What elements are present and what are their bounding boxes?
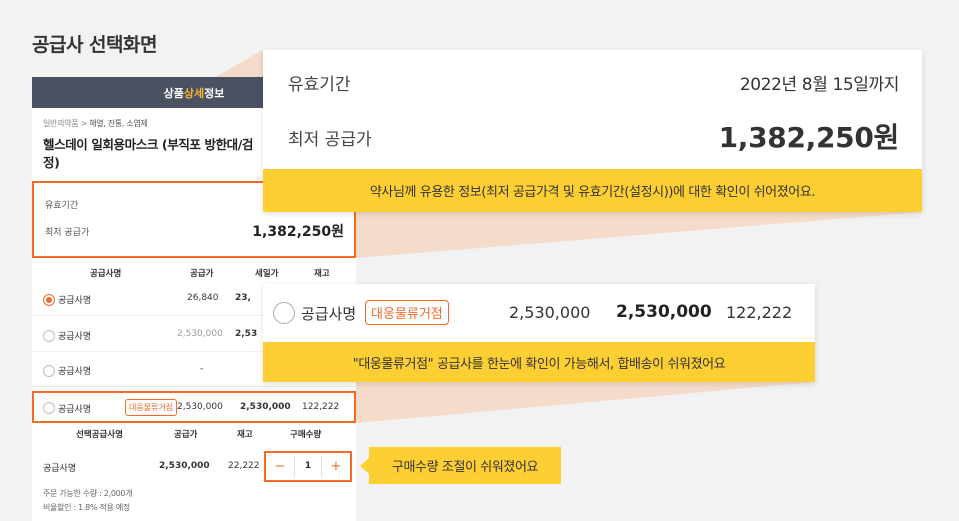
breadcrumb: 일반의약품 > 해열, 진통, 소염제: [43, 118, 148, 129]
supplier-stock: 122,222: [302, 402, 340, 412]
supplier-table-header: 공급사명 공급가 세일가 재고: [32, 263, 356, 279]
decrement-button[interactable]: −: [266, 459, 294, 474]
lowest-price-value: 1,382,250원: [718, 121, 900, 154]
expiry-label: 유효기간: [45, 201, 79, 211]
header-text-1: 상품: [163, 86, 184, 100]
expiry-label: 유효기간: [288, 75, 351, 95]
increment-button[interactable]: +: [322, 459, 350, 474]
feature-banner: "대웅물류거점" 공급사를 한눈에 확인이 가능해서, 합배송이 쉬워졌어요: [263, 342, 815, 382]
lowest-price-value: 1,382,250원: [252, 224, 344, 240]
supplier-price: 2,530,000: [177, 329, 223, 339]
quantity-value[interactable]: 1: [294, 456, 322, 477]
breadcrumb-prefix[interactable]: 일반의약품 >: [43, 119, 89, 128]
lowest-price-label: 최저 공급가: [45, 228, 90, 238]
supplier-name: 공급사명: [58, 367, 92, 377]
supplier-sale: 23,: [235, 293, 251, 303]
logistics-tag: 대웅물류거점: [365, 300, 449, 325]
page-title: 공급사 선택화면: [32, 34, 157, 56]
supplier-sale: 2,530,000: [240, 402, 291, 412]
selected-price: 2,530,000: [159, 461, 210, 471]
col-stock: 재고: [237, 430, 253, 440]
expiry-value: 2022년 8월 15일까지: [739, 75, 900, 95]
selected-supplier-name: 공급사명: [43, 464, 77, 474]
radio[interactable]: [43, 402, 55, 414]
col-selected-supplier: 선택공급사명: [76, 430, 123, 440]
radio[interactable]: [43, 365, 55, 377]
header-text-accent: 상세: [183, 86, 205, 100]
col-stock: 재고: [314, 269, 330, 279]
lowest-price-label: 최저 공급가: [288, 130, 372, 150]
feature-banner: 약사님께 유용한 정보(최저 공급가격 및 유효기간(설정시))에 대한 확인이…: [263, 169, 922, 212]
discount-note: 비율할인 : 1.8% 적용 예정: [43, 503, 130, 512]
supplier-name: 공급사명: [58, 296, 92, 306]
selected-table-header: 선택공급사명 공급가 재고 구매수량: [32, 427, 356, 441]
supplier-name: 공급사명: [58, 332, 92, 342]
supplier-price: 2,530,000: [509, 303, 591, 322]
supplier-sale: 2,53: [235, 329, 258, 339]
quantity-callout: 구매수량 조절이 쉬워졌어요: [360, 447, 561, 484]
supplier-price: -: [200, 364, 204, 374]
zoom-card-supplier-row: 공급사명 대웅물류거점 2,530,000 2,530,000 122,222 …: [263, 284, 815, 382]
col-price: 공급가: [174, 430, 198, 440]
supplier-name: 공급사명: [301, 305, 357, 323]
header-text-2: 정보: [204, 86, 225, 100]
selected-stock: 22,222: [228, 461, 260, 471]
highlight-supplier-row[interactable]: 공급사명 대웅물류거점 2,530,000 2,530,000 122,222: [32, 391, 356, 423]
logistics-tag: 대웅물류거점: [125, 399, 178, 416]
col-supplier: 공급사명: [90, 269, 122, 279]
radio-selected[interactable]: [43, 294, 55, 306]
col-sale: 세일가: [255, 269, 279, 279]
col-price: 공급가: [190, 269, 214, 279]
supplier-price: 26,840: [187, 293, 219, 303]
quantity-stepper[interactable]: − 1 +: [264, 451, 352, 482]
supplier-name: 공급사명: [58, 405, 92, 415]
breadcrumb-current[interactable]: 해열, 진통, 소염제: [89, 119, 148, 128]
supplier-stock: 122,222: [726, 303, 793, 322]
supplier-sale: 2,530,000: [616, 302, 712, 322]
col-quantity: 구매수량: [290, 430, 322, 440]
radio[interactable]: [43, 330, 55, 342]
zoom-card-price-info: 유효기간 2022년 8월 15일까지 최저 공급가 1,382,250원 약사…: [263, 50, 922, 212]
order-limit-note: 주문 가능한 수량 : 2,000개: [43, 489, 133, 498]
radio[interactable]: [273, 302, 295, 324]
supplier-price: 2,530,000: [177, 402, 223, 412]
